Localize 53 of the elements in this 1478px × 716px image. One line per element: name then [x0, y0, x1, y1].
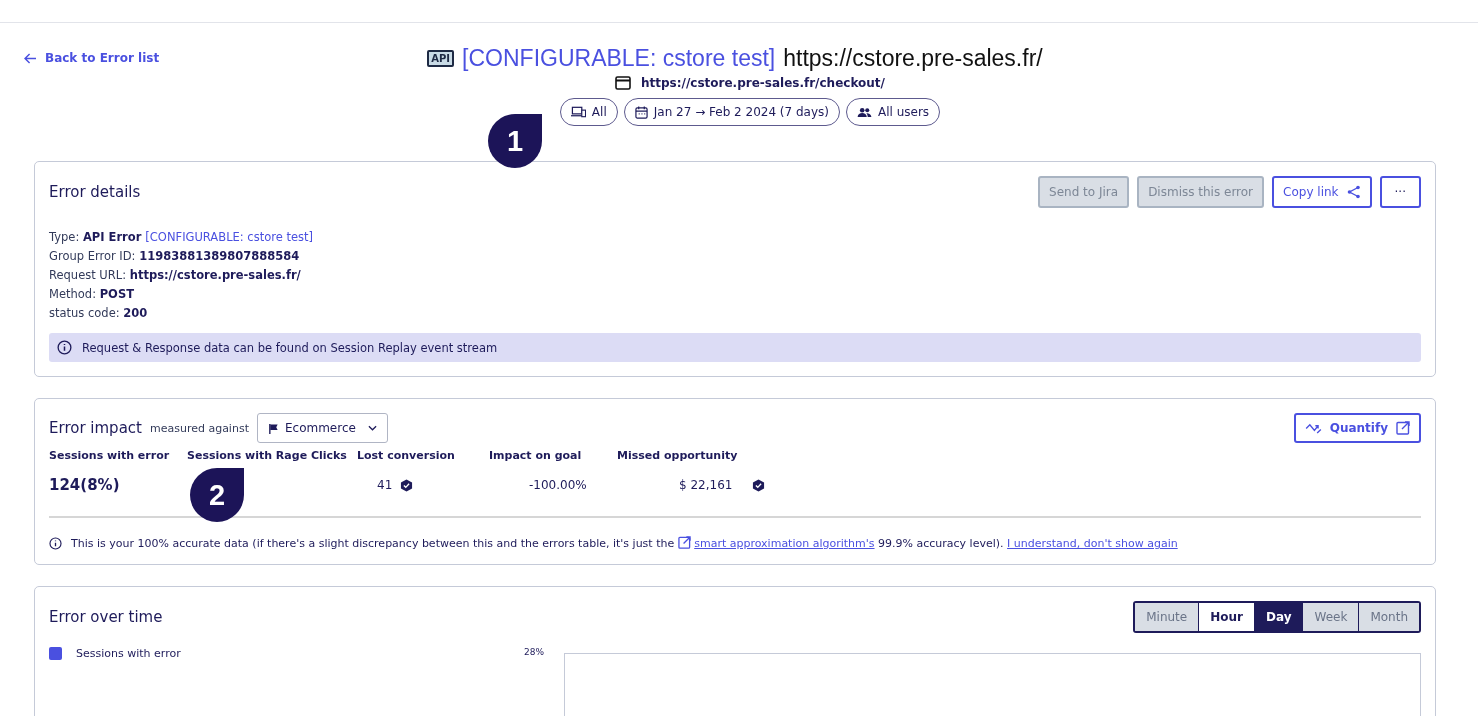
users-icon [857, 106, 872, 118]
detail-line: Group Error ID: 11983881389807888584 [49, 249, 301, 263]
metric-value: 124(8%) [49, 476, 120, 494]
calendar-icon [634, 105, 648, 119]
detail-line: Method: POST [49, 287, 135, 301]
api-badge: API [427, 50, 455, 67]
metric-value: 41 [377, 478, 393, 492]
granularity-tab[interactable]: Day [1254, 603, 1304, 631]
card-title: Error over time [49, 608, 163, 626]
metric-value: -100.00% [529, 478, 587, 492]
external-link-icon [677, 536, 691, 549]
info-icon [57, 340, 72, 355]
measured-label: measured against [149, 421, 249, 435]
browser-window-icon [615, 76, 631, 90]
detail-line: status code: 200 [49, 306, 149, 320]
detail-line: Request URL: https://cstore.pre-sales.fr/ [49, 268, 302, 282]
metric-label: Lost conversion [357, 449, 456, 462]
metric-label: Sessions with error [49, 449, 171, 462]
legend-swatch [49, 647, 62, 660]
goal-dropdown[interactable]: Ecommerce [256, 413, 388, 443]
legend-label: Sessions with error [76, 647, 181, 660]
more-button[interactable]: ··· [1379, 176, 1421, 208]
devices-icon [570, 106, 586, 118]
metric-label: Missed opportunity [617, 449, 739, 462]
detail-line: Type: API Error [CONFIGURABLE: cstore test] [49, 230, 314, 244]
step-marker: 2 [190, 468, 244, 522]
info-text: Request & Response data can be found on Session Replay event stream [82, 340, 498, 355]
metric-value: $ 22,161 [679, 478, 733, 492]
filter-chip[interactable]: All users [846, 98, 941, 126]
title-url: https://cstore.pre-sales.fr/ [783, 45, 1043, 72]
axis-tick-label: 28% [524, 647, 545, 657]
metric-label: Sessions with Rage Clicks [187, 449, 348, 462]
quantify-button[interactable]: Quantify [1293, 413, 1421, 443]
page-url: https://cstore.pre-sales.fr/checkout/ [641, 76, 885, 90]
chevron-down-icon [367, 425, 377, 431]
accuracy-note: This is your 100% accurate data (if there's a slight discrepancy between this and the errors table, it's just the smart approximation algorithm's 99.9% accuracy level). I understand, don't show again [71, 536, 1178, 550]
share-icon [1346, 185, 1361, 199]
card-title: Error details [49, 183, 141, 201]
copy-link-button[interactable]: Copy link [1272, 176, 1372, 208]
dismiss-link[interactable]: I understand, don't show again [1007, 537, 1178, 550]
info-icon [49, 536, 62, 550]
filter-chip[interactable]: Jan 27 → Feb 2 2024 (7 days) [623, 98, 840, 126]
card-title: Error impact [49, 419, 142, 437]
algorithm-link[interactable]: smart approximation algorithm's [677, 537, 875, 550]
metric-label: Impact on goal [489, 449, 583, 462]
error-title: [CONFIGURABLE: cstore test] [462, 45, 776, 72]
filter-chip[interactable]: All [559, 98, 618, 126]
trend-lines-icon [1304, 422, 1322, 434]
external-link-icon [1396, 421, 1410, 435]
arrow-left-icon [24, 52, 37, 64]
back-link[interactable]: Back to Error list [24, 51, 160, 65]
flag-icon [267, 422, 279, 434]
step-marker: 1 [488, 114, 542, 168]
